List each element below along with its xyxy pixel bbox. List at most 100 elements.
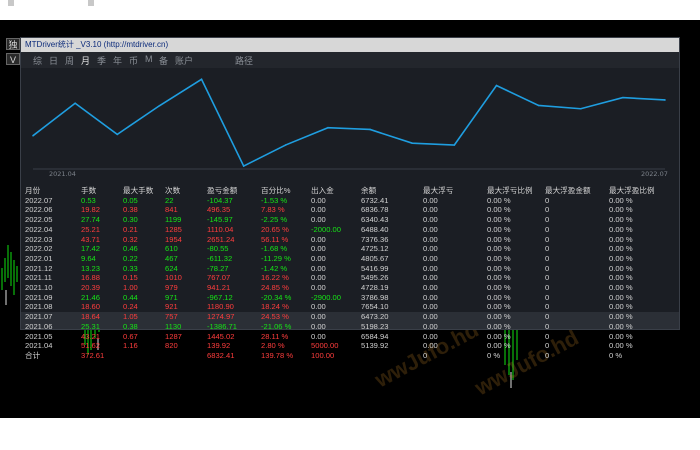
cell-bal: 4805.67 (361, 253, 389, 263)
tab-week[interactable]: 周 (65, 54, 74, 67)
window-title: MTDriver统计 _V3.10 (http://mtdriver.cn) (25, 40, 169, 49)
tab-month[interactable]: 月 (81, 54, 90, 67)
cell-bal: 4728.19 (361, 283, 389, 293)
table-row[interactable]: 2022.02 17.42 0.46 610 -80.55 -1.68 % 0.00 4725… (25, 244, 669, 254)
balance-chart: 2021.04 2022.07 (32, 78, 668, 178)
cell-flow: 0.00 (311, 195, 326, 205)
cell-mflp: 0.00 % (487, 302, 511, 312)
table-row[interactable]: 2022.07 0.53 0.05 22 -104.37 -1.53 % 0.00 6732.… (25, 196, 669, 206)
table-row[interactable]: 2021.07 18.64 1.05 757 1274.97 24.53 % 0.00 647… (25, 312, 669, 322)
tab-quarter[interactable]: 季 (97, 54, 106, 67)
column-header[interactable]: 百分比% (261, 186, 311, 196)
cell-lots: 18.64 (81, 312, 101, 322)
cell-month: 2022.06 (25, 205, 53, 215)
cell-lots: 9.64 (81, 253, 96, 263)
tab-magic[interactable]: M (145, 54, 153, 64)
column-header[interactable]: 出入金 (311, 186, 361, 196)
column-header[interactable]: 最大浮亏比例 (487, 186, 545, 196)
cell-count: 1287 (165, 331, 182, 341)
chart-toolbar-button-1[interactable]: 独 (6, 38, 20, 50)
cell-bal: 5416.99 (361, 263, 389, 273)
column-header[interactable]: 次数 (165, 186, 207, 196)
table-row[interactable]: 2022.03 43.71 0.32 1954 2651.24 56.11 % 0.00 73… (25, 235, 669, 245)
cell-mfpp: 0.00 % (609, 341, 633, 351)
total-lots: 372.61 (81, 350, 105, 360)
cell-pct: -1.53 % (261, 195, 288, 205)
table-row[interactable]: 2021.12 13.23 0.33 624 -78.27 -1.42 % 0.00 5416… (25, 264, 669, 274)
cell-mfpp: 0.00 % (609, 244, 633, 254)
top-strip (0, 0, 700, 20)
cell-bal: 3786.98 (361, 292, 389, 302)
cell-mfl: 0.00 (423, 331, 438, 341)
tab-path[interactable]: 路径 (235, 54, 253, 67)
cell-month: 2021.10 (25, 283, 53, 293)
cell-pct: -21.06 % (261, 321, 292, 331)
cell-bal: 5495.26 (361, 273, 389, 283)
cell-mflp: 0.00 % (487, 263, 511, 273)
tab-year[interactable]: 年 (113, 54, 122, 67)
table-row[interactable]: 2022.05 27.74 0.30 1199 -145.97 -2.25 % 0.00 63… (25, 215, 669, 225)
balance-point (327, 126, 329, 129)
cell-mfp: 0 (545, 312, 550, 322)
cell-month: 2022.03 (25, 234, 53, 244)
cell-pnl: -104.37 (207, 195, 233, 205)
column-header[interactable]: 最大手数 (123, 186, 165, 196)
tab-overview[interactable]: 综 (33, 54, 42, 67)
column-header[interactable]: 最大浮盈金额 (545, 186, 609, 196)
cell-maxlots: 0.46 (123, 244, 138, 254)
cell-pct: -11.29 % (261, 253, 291, 263)
balance-point (116, 133, 119, 136)
cell-mfp: 0 (545, 224, 550, 234)
table-row[interactable]: 2021.10 20.39 1.00 979 941.21 24.85 % 0.00 4728… (25, 283, 669, 293)
table-row[interactable]: 2021.09 21.46 0.44 971 -967.12 -20.34 % -2900.… (25, 293, 669, 303)
chart-toolbar-button-2[interactable]: V (6, 53, 20, 65)
cell-pnl: -80.55 (207, 244, 229, 254)
cell-pct: 18.24 % (261, 302, 289, 312)
total-row: 合计 372.61 6832.41 139.78 % 100.00 0 0 % 0 0 % (25, 351, 669, 361)
cell-month: 2021.09 (25, 292, 53, 302)
table-row[interactable]: 2021.11 16.88 0.15 1010 767.07 16.22 % 0.00 549… (25, 273, 669, 283)
cell-count: 467 (165, 253, 178, 263)
cell-pnl: -145.97 (207, 215, 233, 225)
cell-bal: 4725.12 (361, 244, 389, 254)
column-header[interactable]: 最大浮盈比例 (609, 186, 669, 196)
total-mflp: 0 % (487, 350, 501, 360)
cell-mflp: 0.00 % (487, 341, 511, 351)
column-header[interactable]: 最大浮亏 (423, 186, 487, 196)
cell-flow: 0.00 (311, 205, 326, 215)
cell-mfl: 0.00 (423, 302, 438, 312)
table-row[interactable]: 2021.08 18.60 0.24 921 1180.90 18.24 % 0.00 765… (25, 302, 669, 312)
table-header-row: 月份 手数 最大手数 次数 盈亏金额 百分比% 出入金 余额 最大浮亏 最大浮亏比例 最大浮盈金额最… (25, 186, 669, 196)
column-header[interactable]: 余额 (361, 186, 423, 196)
cell-pct: 24.53 % (261, 312, 289, 322)
table-row[interactable]: 2022.01 9.64 0.22 467 -611.32 -11.29 % 0.00 480… (25, 254, 669, 264)
table-row[interactable]: 2021.06 25.31 0.38 1130 -1386.71 -21.06 % 0.00… (25, 322, 669, 332)
table-row[interactable]: 2021.05 43.21 0.67 1287 1445.02 28.11 % 0.00 65… (25, 332, 669, 342)
balance-point (200, 78, 203, 81)
table-row[interactable]: 2022.06 19.82 0.38 841 496.35 7.83 % 0.00 6836.… (25, 205, 669, 215)
cell-count: 921 (165, 302, 178, 312)
cell-pct: 7.83 % (261, 205, 285, 215)
cell-mfpp: 0.00 % (609, 331, 633, 341)
panel-title-bar[interactable]: MTDriver统计 _V3.10 (http://mtdriver.cn) (21, 38, 679, 52)
cell-mfl: 0.00 (423, 195, 438, 205)
column-header[interactable]: 月份 (25, 186, 81, 196)
cell-lots: 13.23 (81, 263, 101, 273)
cell-pnl: 767.07 (207, 273, 231, 283)
cell-maxlots: 0.67 (123, 331, 138, 341)
tab-notes[interactable]: 备 (159, 54, 168, 67)
cell-mfl: 0.00 (423, 205, 438, 215)
cell-mfp: 0 (545, 273, 550, 283)
tab-day[interactable]: 日 (49, 54, 58, 67)
cell-mfl: 0.00 (423, 253, 438, 263)
column-header[interactable]: 手数 (81, 186, 123, 196)
table-row[interactable]: 2022.04 25.21 0.21 1285 1110.04 20.65 % -2000.… (25, 225, 669, 235)
tab-currency[interactable]: 币 (129, 54, 138, 67)
cell-mfp: 0 (545, 341, 550, 351)
balance-point (453, 144, 456, 146)
tab-account[interactable]: 账户 (175, 54, 193, 67)
column-header[interactable]: 盈亏金额 (207, 186, 261, 196)
cell-flow: 0.00 (311, 302, 326, 312)
table-row[interactable]: 2021.04 51.62 1.16 820 139.92 2.80 % 5000.00 51… (25, 341, 669, 351)
cell-mfp: 0 (545, 195, 550, 205)
